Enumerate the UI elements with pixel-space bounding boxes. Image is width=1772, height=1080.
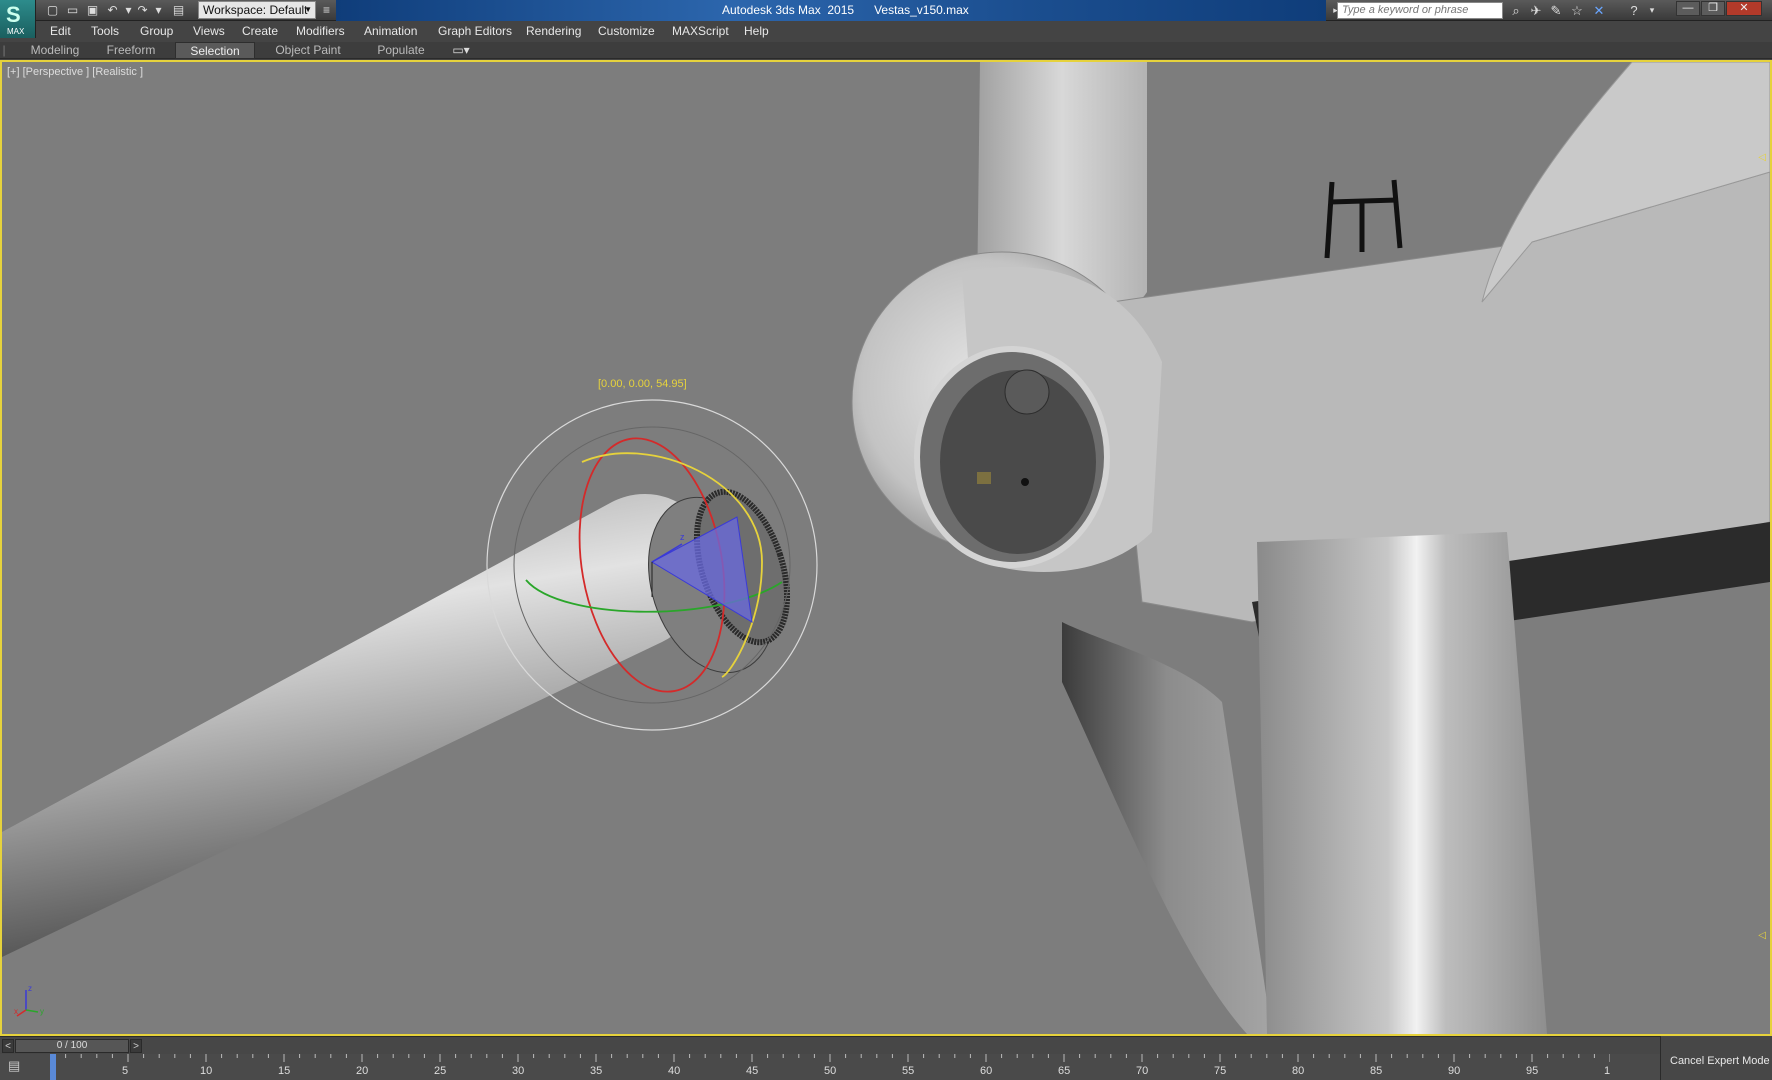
binoculars-icon[interactable]: ⌕ — [1507, 2, 1525, 19]
help-dropdown-icon[interactable]: ▾ — [1643, 2, 1661, 19]
view-axis-tripod: z x y — [14, 984, 44, 1017]
time-slider-handle[interactable]: 0 / 100 — [15, 1039, 129, 1053]
search-input[interactable]: Type a keyword or phrase — [1337, 2, 1503, 19]
app-label: MAX — [7, 27, 25, 36]
ruler-tick-label: 55 — [902, 1065, 914, 1077]
ribbon-grip[interactable]: | — [2, 42, 6, 59]
chevron-down-icon: ▼ — [304, 5, 312, 14]
ruler-tick-label: 70 — [1136, 1065, 1148, 1077]
ruler-tick-label: 20 — [356, 1065, 368, 1077]
viewport-label[interactable]: [+] [Perspective ] [Realistic ] — [7, 66, 143, 78]
time-slider-next-button[interactable]: > — [130, 1039, 142, 1053]
time-slider-prev-button[interactable]: < — [2, 1039, 14, 1053]
perspective-viewport[interactable]: z [+] [Perspective ] [Realistic ] [0.00,… — [0, 60, 1772, 1036]
save-file-icon[interactable]: ▣ — [84, 2, 101, 19]
exchange-icon[interactable]: ✕ — [1590, 2, 1608, 19]
tripod-z-label: z — [28, 984, 32, 993]
viewport-edge-marker-bottom: ◁ — [1758, 930, 1766, 941]
menu-tools[interactable]: Tools — [91, 24, 119, 38]
track-bar[interactable]: ▤ 5 10 15 20 25 30 35 40 45 50 55 60 65 70 75 80 85 90 95 1… — [0, 1054, 1660, 1080]
title-area: Autodesk 3ds Max 2015 Vestas_v150.max — [336, 0, 1326, 21]
application-button[interactable]: S MAX — [0, 0, 36, 38]
nacelle-mast — [1324, 179, 1403, 259]
menu-views[interactable]: Views — [193, 24, 225, 38]
main-shaft — [2, 493, 712, 957]
favorites-star-icon[interactable]: ☆ — [1568, 2, 1586, 19]
menu-rendering[interactable]: Rendering — [526, 24, 581, 38]
time-slider[interactable]: < 0 / 100 > — [0, 1036, 1772, 1054]
maximize-button[interactable]: ❐ — [1701, 1, 1725, 16]
ruler-tick-label: 40 — [668, 1065, 680, 1077]
communication-icon[interactable]: ✎ — [1547, 2, 1565, 19]
track-ruler[interactable]: 5 10 15 20 25 30 35 40 45 50 55 60 65 70 75 80 85 90 95 100 — [50, 1054, 1610, 1080]
menu-create[interactable]: Create — [242, 24, 278, 38]
redo-icon[interactable]: ↷ — [134, 2, 151, 19]
ruler-tick-label: 85 — [1370, 1065, 1382, 1077]
menu-maxscript[interactable]: MAXScript — [672, 24, 729, 38]
ruler-tick-label: 5 — [122, 1065, 128, 1077]
ruler-tick-label: 80 — [1292, 1065, 1304, 1077]
current-frame-marker[interactable] — [50, 1054, 56, 1080]
menu-modifiers[interactable]: Modifiers — [296, 24, 345, 38]
ruler-tick-label: 90 — [1448, 1065, 1460, 1077]
tab-modeling[interactable]: Modeling — [20, 42, 90, 59]
subscription-icon[interactable]: ✈ — [1527, 2, 1545, 19]
tab-freeform[interactable]: Freeform — [96, 42, 166, 59]
ruler-tick-label: 10 — [200, 1065, 212, 1077]
customize-toolbar-icon[interactable]: ≡ — [318, 2, 335, 19]
curve-editor-icon[interactable]: ▤ — [8, 1058, 30, 1078]
lower-blade — [1062, 622, 1272, 1034]
workspace-label: Workspace: Default — [203, 3, 308, 17]
scene-render: z — [2, 62, 1770, 1034]
tripod-y-label: y — [40, 1007, 44, 1016]
menu-help[interactable]: Help — [744, 24, 769, 38]
ruler-tick-label: 95 — [1526, 1065, 1538, 1077]
menu-animation[interactable]: Animation — [364, 24, 417, 38]
ribbon-options-icon[interactable]: ▭▾ — [448, 42, 474, 59]
tab-populate[interactable]: Populate — [362, 42, 440, 59]
gizmo-axis-label: z — [680, 532, 685, 542]
cancel-expert-mode-button[interactable]: Cancel Expert Mode — [1670, 1055, 1770, 1067]
ruler-tick-label: 30 — [512, 1065, 524, 1077]
tripod-x-label: x — [14, 1007, 18, 1016]
menu-graph-editors[interactable]: Graph Editors — [438, 24, 512, 38]
new-file-icon[interactable]: ▢ — [44, 2, 61, 19]
window-title: Autodesk 3ds Max 2015 Vestas_v150.max — [722, 3, 969, 17]
hub-inner-hatch — [1004, 369, 1050, 415]
ribbon-tabs: | Modeling Freeform Selection Object Pai… — [0, 42, 1772, 59]
undo-icon[interactable]: ↶ — [104, 2, 121, 19]
ruler-tick-label: 35 — [590, 1065, 602, 1077]
viewport-edge-marker-top: ◁ — [1758, 152, 1766, 163]
ruler-tick-label: 15 — [278, 1065, 290, 1077]
max-logo-icon: S — [6, 2, 21, 27]
project-folder-icon[interactable]: ▤ — [170, 2, 187, 19]
ruler-tick-label: 65 — [1058, 1065, 1070, 1077]
menu-edit[interactable]: Edit — [50, 24, 71, 38]
gizmo-coordinate-readout: [0.00, 0.00, 54.95] — [598, 378, 687, 390]
workspace-dropdown[interactable]: Workspace: Default ▼ — [198, 1, 316, 19]
ruler-tick-label: 45 — [746, 1065, 758, 1077]
ruler-tick-label: 75 — [1214, 1065, 1226, 1077]
ruler-tick-label: 50 — [824, 1065, 836, 1077]
close-button[interactable]: ✕ — [1726, 1, 1762, 16]
ruler-tick-label: 25 — [434, 1065, 446, 1077]
open-file-icon[interactable]: ▭ — [64, 2, 81, 19]
hub-inner-component — [977, 472, 991, 484]
ruler-tick-label: 100 — [1604, 1065, 1610, 1077]
minimize-button[interactable]: — — [1676, 1, 1700, 16]
ruler-tick-label: 60 — [980, 1065, 992, 1077]
menu-bar: Edit Tools Group Views Create Modifiers … — [36, 21, 1772, 42]
hub-bolt — [1021, 478, 1029, 486]
tower — [1257, 532, 1547, 1034]
title-bar: S MAX ▢ ▭ ▣ ↶ ▾ ↷ ▾ ▤ Workspace: Default… — [0, 0, 1772, 38]
help-icon[interactable]: ? — [1625, 2, 1643, 19]
redo-dropdown-icon[interactable]: ▾ — [150, 2, 167, 19]
menu-group[interactable]: Group — [140, 24, 173, 38]
menu-customize[interactable]: Customize — [598, 24, 655, 38]
tab-object-paint[interactable]: Object Paint — [268, 42, 348, 59]
tab-selection[interactable]: Selection — [175, 42, 255, 59]
